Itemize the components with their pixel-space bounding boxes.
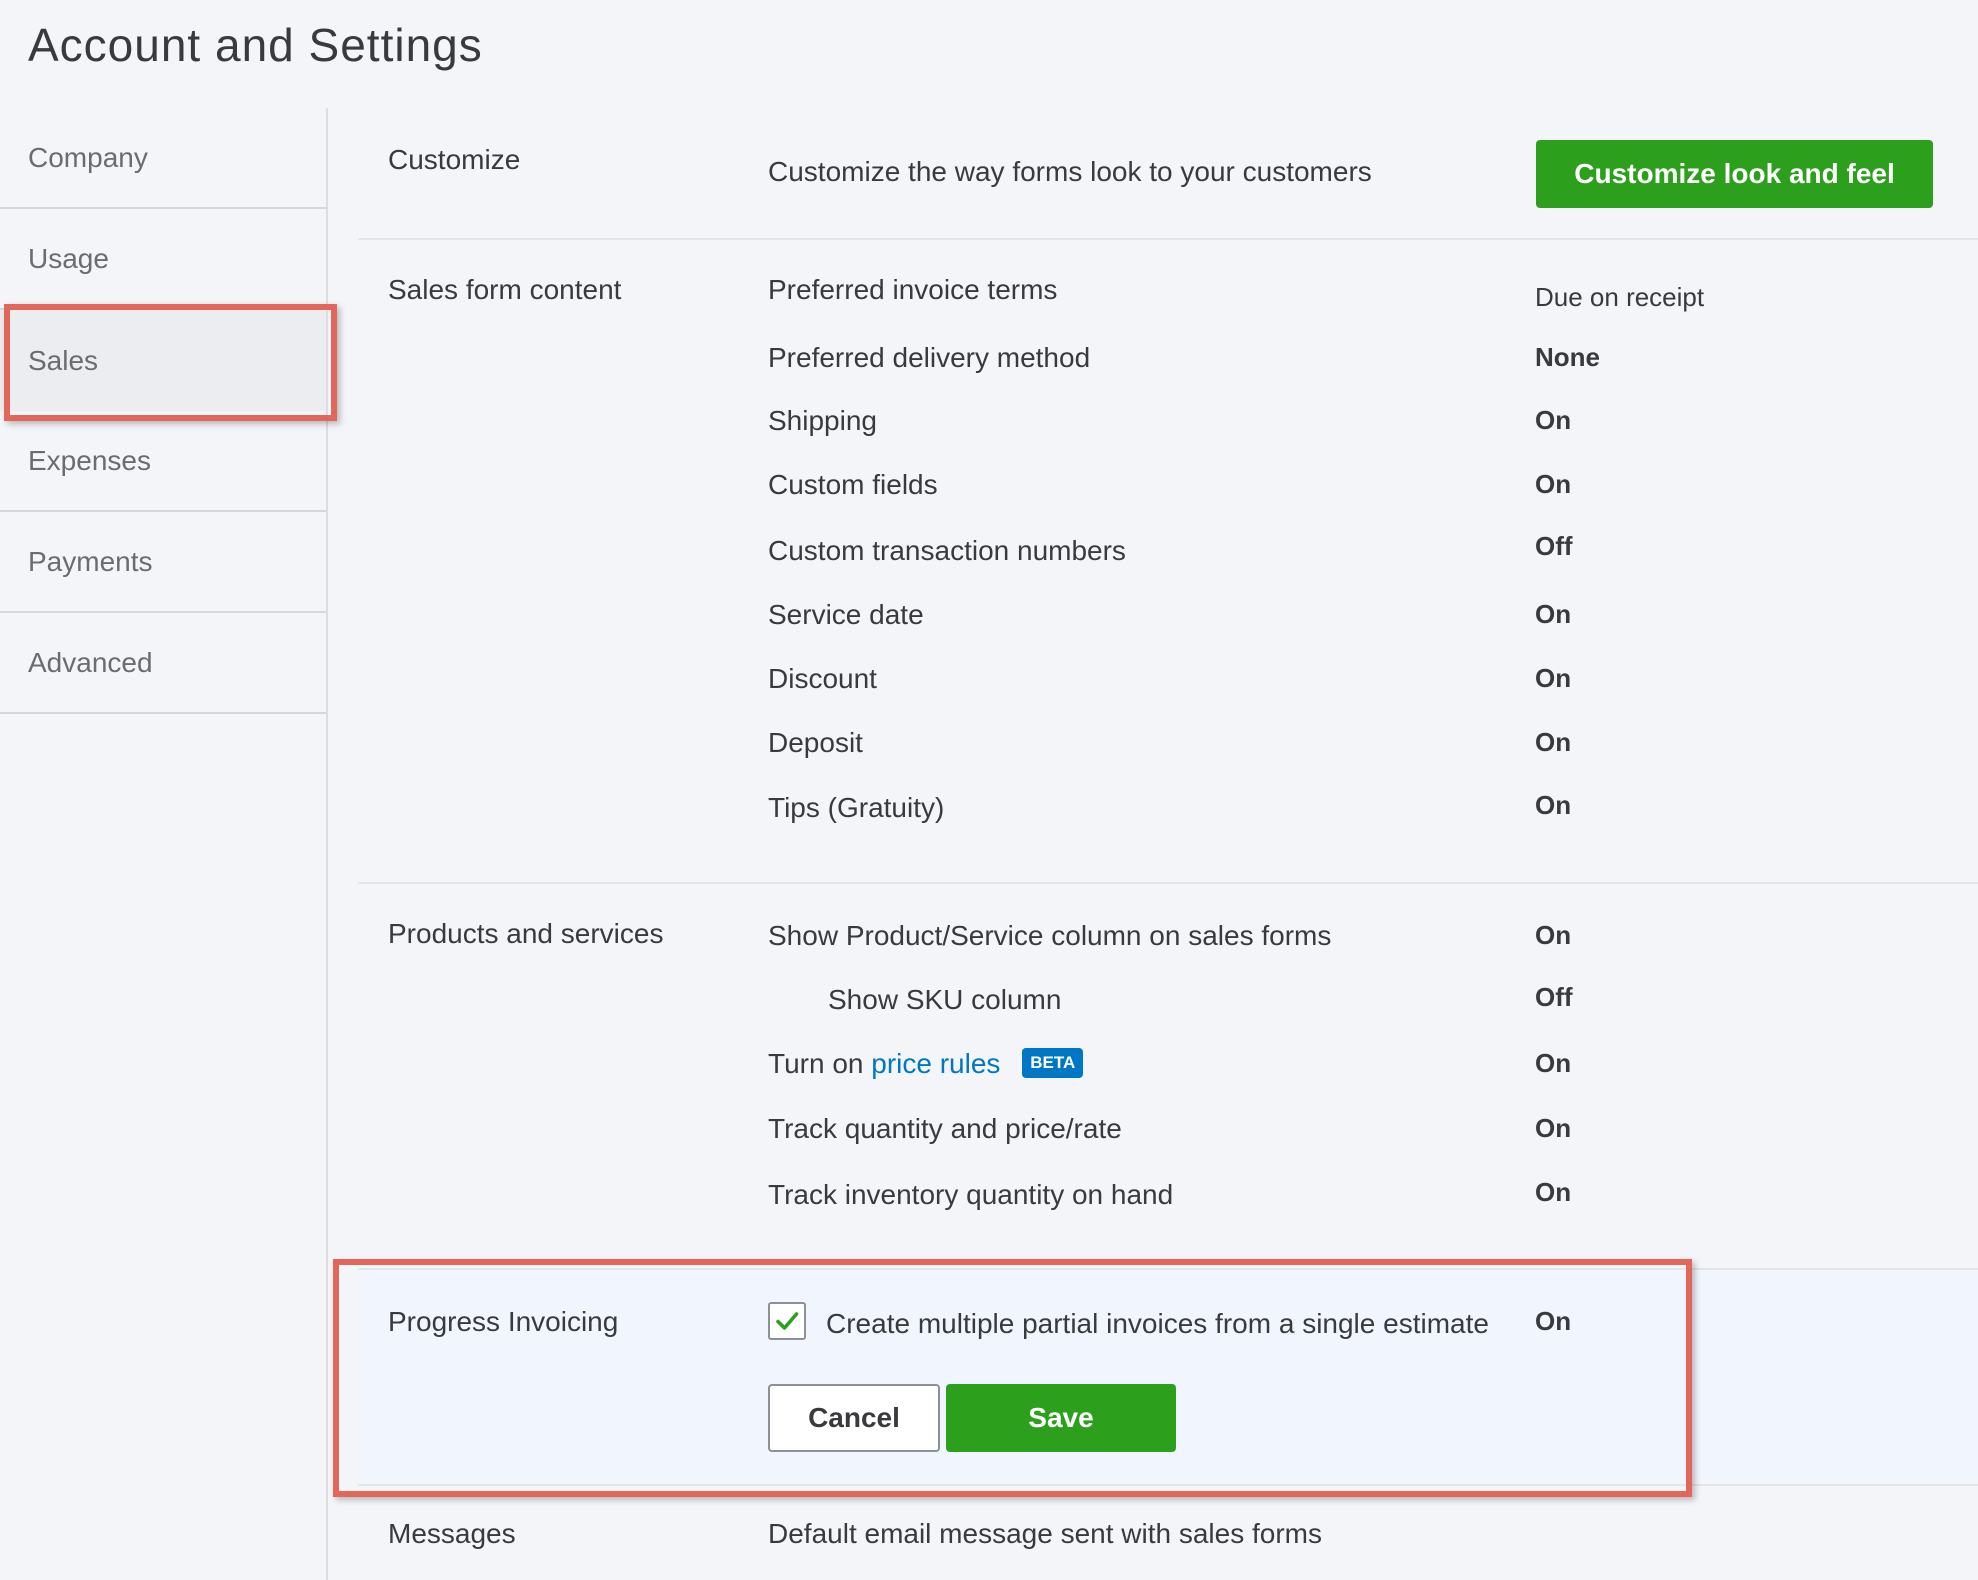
sidebar-item-label: Company (28, 141, 148, 173)
setting-value: On (1535, 1306, 1572, 1336)
setting-row-custom-fields[interactable]: Custom fields On (768, 469, 1978, 509)
sidebar-item-label: Usage (28, 242, 109, 274)
section-title-customize: Customize (388, 144, 521, 175)
setting-value: On (1535, 405, 1572, 435)
section-title-products-and-services: Products and services (388, 918, 664, 949)
setting-label: Custom transaction numbers (768, 535, 1126, 566)
setting-value: On (1535, 1113, 1572, 1143)
sidebar-item-expenses[interactable]: Expenses (0, 411, 326, 512)
setting-row-show-sku-column[interactable]: Show SKU column Off (768, 982, 1978, 1024)
page-title: Account and Settings (28, 19, 483, 71)
progress-invoicing-section: Progress Invoicing Create multiple parti… (358, 1270, 1978, 1486)
sidebar-item-advanced[interactable]: Advanced (0, 613, 326, 714)
customize-look-and-feel-button[interactable]: Customize look and feel (1536, 140, 1933, 208)
setting-row-discount[interactable]: Discount On (768, 663, 1978, 703)
setting-label: Shipping (768, 405, 877, 436)
price-rules-prefix: Turn on (768, 1048, 864, 1079)
setting-row-deposit[interactable]: Deposit On (768, 727, 1978, 767)
progress-invoicing-row: Create multiple partial invoices from a … (768, 1302, 1978, 1348)
setting-label: Track quantity and price/rate (768, 1113, 1122, 1144)
cancel-button[interactable]: Cancel (768, 1384, 940, 1452)
setting-row-service-date[interactable]: Service date On (768, 599, 1978, 639)
sidebar-divider (326, 108, 328, 1580)
setting-label: Show SKU column (828, 984, 1062, 1015)
setting-value: Off (1535, 982, 1573, 1012)
setting-label: Track inventory quantity on hand (768, 1179, 1174, 1210)
setting-value: None (1535, 342, 1600, 372)
customize-description: Customize the way forms look to your cus… (768, 156, 1372, 187)
setting-value: On (1535, 1048, 1572, 1078)
setting-row-track-quantity-price[interactable]: Track quantity and price/rate On (768, 1113, 1978, 1153)
setting-label: Tips (Gratuity) (768, 792, 945, 823)
setting-value: Due on receipt (1535, 282, 1705, 312)
setting-row-tips-gratuity[interactable]: Tips (Gratuity) On (768, 790, 1978, 832)
sidebar-item-company[interactable]: Company (0, 108, 326, 209)
setting-label: Custom fields (768, 469, 938, 500)
setting-label: Turn on price rules BETA (768, 1047, 1084, 1081)
sidebar-item-label: Advanced (28, 646, 153, 678)
setting-row-preferred-invoice-terms[interactable]: Preferred invoice terms Due on receipt (768, 274, 1978, 314)
setting-row-shipping[interactable]: Shipping On (768, 405, 1978, 445)
sidebar-item-label: Expenses (28, 444, 151, 476)
sidebar-item-label: Sales (28, 344, 99, 376)
setting-row-show-product-service-column[interactable]: Show Product/Service column on sales for… (768, 920, 1978, 960)
setting-row-price-rules[interactable]: Turn on price rules BETA On (768, 1047, 1978, 1088)
setting-row-preferred-delivery-method[interactable]: Preferred delivery method None (768, 342, 1978, 382)
setting-label: Service date (768, 599, 924, 630)
setting-value: On (1535, 469, 1572, 499)
settings-sidebar: Company Usage Sales Expenses Payments Ad… (0, 108, 326, 714)
sidebar-item-usage[interactable]: Usage (0, 209, 326, 310)
setting-value: On (1535, 1177, 1572, 1207)
customize-section: Customize Customize the way forms look t… (358, 108, 1978, 240)
setting-value: On (1535, 920, 1572, 950)
setting-label: Preferred invoice terms (768, 274, 1058, 305)
sales-form-content-section: Sales form content Preferred invoice ter… (358, 240, 1978, 884)
progress-invoicing-checkbox[interactable] (768, 1302, 806, 1340)
setting-label: Preferred delivery method (768, 342, 1091, 373)
messages-section: Messages Default email message sent with… (358, 1486, 1978, 1580)
setting-value: Off (1535, 531, 1573, 561)
setting-label: Show Product/Service column on sales for… (768, 920, 1332, 951)
setting-value: On (1535, 727, 1572, 757)
price-rules-link[interactable]: price rules (871, 1048, 1000, 1079)
setting-label: Deposit (768, 727, 863, 758)
setting-value: On (1535, 790, 1572, 820)
sidebar-item-payments[interactable]: Payments (0, 512, 326, 613)
setting-value: On (1535, 599, 1572, 629)
beta-badge: BETA (1022, 1047, 1084, 1078)
checkmark-icon (776, 1312, 799, 1330)
messages-row[interactable]: Default email message sent with sales fo… (768, 1518, 1978, 1558)
sidebar-item-label: Payments (28, 545, 153, 577)
setting-row-custom-transaction-numbers[interactable]: Custom transaction numbers Off (768, 531, 1978, 575)
products-and-services-section: Products and services Show Product/Servi… (358, 884, 1978, 1270)
section-title-sales-form-content: Sales form content (388, 274, 622, 305)
messages-description: Default email message sent with sales fo… (768, 1518, 1322, 1549)
setting-value: On (1535, 663, 1572, 693)
setting-row-track-inventory[interactable]: Track inventory quantity on hand On (768, 1177, 1978, 1219)
sidebar-item-sales[interactable]: Sales (0, 310, 326, 411)
section-title-progress-invoicing: Progress Invoicing (388, 1306, 619, 1337)
section-title-messages: Messages (388, 1518, 516, 1549)
setting-label: Discount (768, 663, 877, 694)
progress-invoicing-checkbox-label[interactable]: Create multiple partial invoices from a … (826, 1308, 1489, 1340)
save-button[interactable]: Save (946, 1384, 1176, 1452)
